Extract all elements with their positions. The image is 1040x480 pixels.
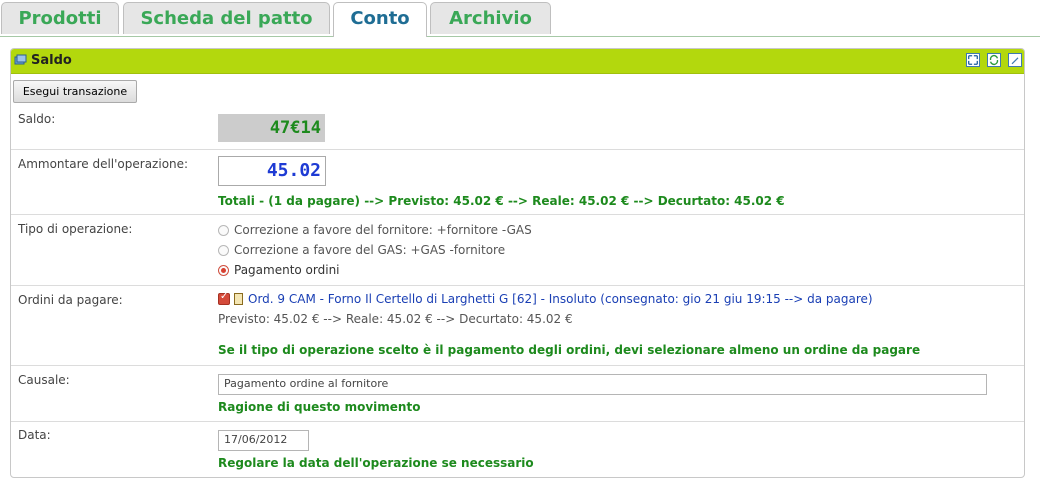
money-icon (14, 54, 27, 65)
tab-scheda-del-patto[interactable]: Scheda del patto (123, 2, 330, 34)
causale-row: Causale: Pagamento ordine al fornitore R… (11, 366, 1024, 422)
ordini-label: Ordini da pagare: (18, 293, 123, 307)
radio-icon[interactable] (218, 245, 229, 256)
esegui-transazione-button[interactable]: Esegui transazione (13, 80, 137, 103)
data-label: Data: (18, 428, 51, 442)
causale-input[interactable]: Pagamento ordine al fornitore (218, 374, 987, 395)
order-item[interactable]: Ord. 9 CAM - Forno Il Certello di Larghe… (218, 291, 873, 306)
totali-text: Totali - (1 da pagare) --> Previsto: 45.… (218, 194, 785, 208)
saldo-panel: Saldo Esegui transazione Saldo: 47€14 Am… (10, 48, 1025, 478)
radio-correzione-fornitore[interactable]: Correzione a favore del fornitore: +forn… (218, 223, 532, 237)
tab-bar: Prodotti Scheda del patto Conto Archivio (0, 0, 1040, 37)
saldo-label: Saldo: (18, 112, 56, 126)
maximize-icon[interactable] (966, 53, 981, 67)
clipboard-icon (234, 293, 243, 305)
ammontare-input[interactable]: 45.02 (218, 156, 326, 186)
data-row: Data: 17/06/2012 Regolare la data dell'o… (11, 422, 1024, 477)
data-input[interactable]: 17/06/2012 (218, 430, 309, 451)
tipo-operazione-row: Tipo di operazione: Correzione a favore … (11, 215, 1024, 286)
ammontare-row: Ammontare dell'operazione: 45.02 Totali … (11, 150, 1024, 215)
causale-help-text: Ragione di questo movimento (218, 400, 421, 414)
checkbox-checked-icon[interactable] (218, 291, 230, 305)
radio-pagamento-ordini[interactable]: Pagamento ordini (218, 263, 340, 277)
saldo-value: 47€14 (218, 114, 325, 142)
causale-label: Causale: (18, 373, 70, 387)
tab-conto[interactable]: Conto (333, 2, 427, 37)
ordini-help-text: Se il tipo di operazione scelto è il pag… (218, 343, 921, 357)
ordini-row: Ordini da pagare: Ord. 9 CAM - Forno Il … (11, 286, 1024, 366)
panel-header: Saldo (11, 49, 1024, 74)
panel-title: Saldo (31, 53, 72, 68)
order-previsto-text: Previsto: 45.02 € --> Reale: 45.02 € -->… (218, 312, 573, 326)
radio-label: Correzione a favore del fornitore: +forn… (234, 223, 532, 237)
radio-correzione-gas[interactable]: Correzione a favore del GAS: +GAS -forni… (218, 243, 505, 257)
data-help-text: Regolare la data dell'operazione se nece… (218, 456, 534, 470)
tab-prodotti[interactable]: Prodotti (1, 2, 119, 34)
radio-label: Pagamento ordini (234, 263, 340, 277)
radio-label: Correzione a favore del GAS: +GAS -forni… (234, 243, 506, 257)
tab-archivio[interactable]: Archivio (430, 2, 551, 34)
ammontare-label: Ammontare dell'operazione: (18, 157, 189, 171)
tipo-label: Tipo di operazione: (18, 222, 133, 236)
edit-icon[interactable] (1008, 53, 1022, 67)
radio-selected-icon[interactable] (218, 265, 229, 276)
order-text[interactable]: Ord. 9 CAM - Forno Il Certello di Larghe… (248, 292, 873, 306)
refresh-icon[interactable] (987, 53, 1002, 67)
radio-icon[interactable] (218, 225, 229, 236)
saldo-row: Saldo: 47€14 (11, 106, 1024, 150)
